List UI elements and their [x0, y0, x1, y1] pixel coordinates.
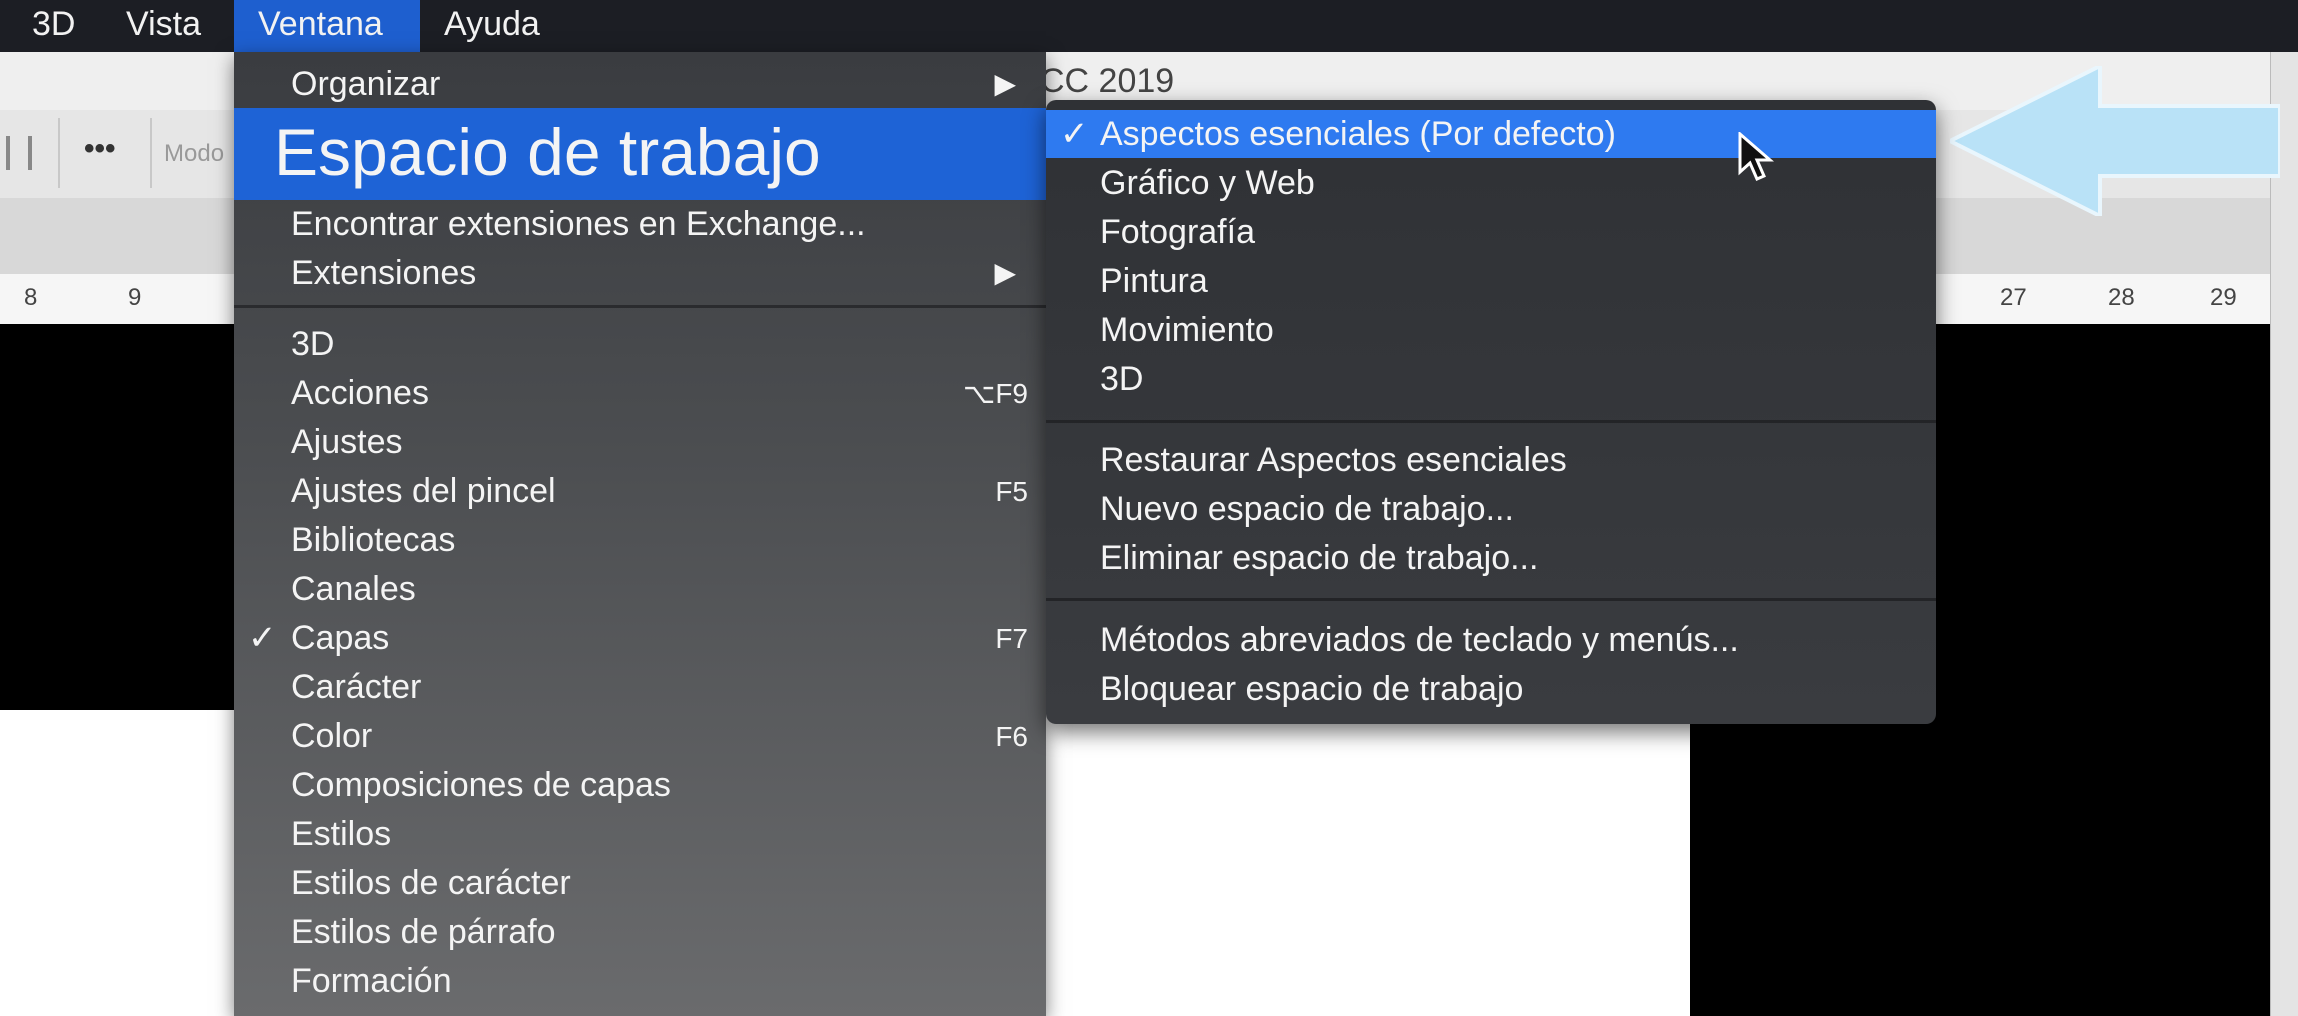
- toolbar-divider: [150, 118, 152, 188]
- menu-item-label: Ajustes: [291, 423, 403, 461]
- mouse-cursor-icon: [1738, 132, 1774, 181]
- ruler-label: 27: [2000, 284, 2027, 311]
- ruler-label: 9: [128, 284, 142, 311]
- checkmark-icon: ✓: [248, 619, 277, 657]
- workspace-item-metodos-abreviados[interactable]: Métodos abreviados de teclado y menús...: [1046, 616, 1936, 664]
- menu-item-label: Composiciones de capas: [291, 766, 671, 804]
- menu-item-extensiones[interactable]: Extensiones ▶: [234, 248, 1046, 298]
- workspace-item-eliminar[interactable]: Eliminar espacio de trabajo...: [1046, 534, 1936, 582]
- menu-item-estilos[interactable]: Estilos: [234, 810, 1046, 859]
- menu-3d-label: 3D: [32, 5, 76, 43]
- align-icon[interactable]: [6, 136, 32, 170]
- menu-vista-label: Vista: [126, 5, 201, 43]
- menu-item-composiciones-de-capas[interactable]: Composiciones de capas: [234, 761, 1046, 810]
- menu-item-label: Carácter: [291, 668, 422, 706]
- workspace-item-aspectos-esenciales[interactable]: ✓ Aspectos esenciales (Por defecto): [1046, 110, 1936, 158]
- canvas-area: [0, 324, 240, 710]
- menu-item-label: Canales: [291, 570, 416, 608]
- submenu-separator: [1046, 598, 1936, 601]
- more-options-icon[interactable]: •••: [84, 132, 116, 166]
- menu-vista[interactable]: Vista: [112, 0, 230, 52]
- menu-item-label: Estilos de carácter: [291, 864, 571, 902]
- workspace-item-bloquear[interactable]: Bloquear espacio de trabajo: [1046, 665, 1936, 713]
- workspace-item-movimiento[interactable]: Movimiento: [1046, 306, 1936, 354]
- submenu-item-label: Movimiento: [1100, 311, 1274, 349]
- menu-3d[interactable]: 3D: [18, 0, 90, 52]
- menu-item-estilos-de-caracter[interactable]: Estilos de carácter: [234, 859, 1046, 908]
- menu-item-label: Formación: [291, 962, 452, 1000]
- menu-item-capas[interactable]: ✓ Capas F7: [234, 614, 1046, 663]
- workspace-item-3d[interactable]: 3D: [1046, 355, 1936, 403]
- menu-ventana-label: Ventana: [258, 5, 383, 43]
- mode-label: Modo: [164, 140, 225, 167]
- ruler-label: 29: [2210, 284, 2237, 311]
- menu-item-label: Espacio de trabajo: [274, 115, 821, 189]
- submenu-item-label: Métodos abreviados de teclado y menús...: [1100, 621, 1739, 659]
- workspace-submenu: ✓ Aspectos esenciales (Por defecto) Gráf…: [1046, 100, 1936, 724]
- menu-item-organizar[interactable]: Organizar ▶: [234, 60, 1046, 108]
- workspace-item-restaurar[interactable]: Restaurar Aspectos esenciales: [1046, 436, 1936, 484]
- submenu-item-label: Bloquear espacio de trabajo: [1100, 670, 1524, 708]
- menu-separator: [234, 305, 1046, 308]
- ventana-dropdown-menu: Organizar ▶ Espacio de trabajo Encontrar…: [234, 52, 1046, 1016]
- workspace-item-grafico-y-web[interactable]: Gráfico y Web: [1046, 159, 1936, 207]
- shortcut-label: ⌥F9: [963, 378, 1028, 409]
- menu-ayuda-label: Ayuda: [444, 5, 540, 43]
- menu-item-ajustes-del-pincel[interactable]: Ajustes del pincel F5: [234, 467, 1046, 516]
- canvas-area: [1040, 730, 1690, 1016]
- menu-item-label: Organizar: [291, 65, 441, 103]
- shortcut-label: F7: [995, 623, 1028, 654]
- menu-item-espacio-de-trabajo[interactable]: Espacio de trabajo: [234, 108, 1046, 200]
- menu-item-formacion[interactable]: Formación: [234, 957, 1046, 1006]
- submenu-item-label: Nuevo espacio de trabajo...: [1100, 490, 1514, 528]
- menu-item-caracter[interactable]: Carácter: [234, 663, 1046, 712]
- menu-item-label: Ajustes del pincel: [291, 472, 556, 510]
- app-title-text: CC 2019: [1040, 62, 1175, 100]
- menu-bar: 3D Vista Ventana Ayuda: [0, 0, 2298, 52]
- workspace-item-nuevo[interactable]: Nuevo espacio de trabajo...: [1046, 485, 1936, 533]
- submenu-item-label: Gráfico y Web: [1100, 164, 1315, 202]
- submenu-item-label: Restaurar Aspectos esenciales: [1100, 441, 1567, 479]
- submenu-item-label: Eliminar espacio de trabajo...: [1100, 539, 1539, 577]
- ruler-label: 28: [2108, 284, 2135, 311]
- menu-item-3d[interactable]: 3D: [234, 320, 1046, 369]
- submenu-item-label: 3D: [1100, 360, 1144, 398]
- canvas-area: [0, 710, 240, 1016]
- menu-ayuda[interactable]: Ayuda: [430, 0, 570, 52]
- menu-item-label: Encontrar extensiones en Exchange...: [291, 205, 866, 243]
- menu-item-canales[interactable]: Canales: [234, 565, 1046, 614]
- shortcut-label: F6: [995, 721, 1028, 752]
- submenu-arrow-icon: ▶: [994, 68, 1016, 99]
- toolbar-divider: [58, 118, 60, 188]
- submenu-separator: [1046, 420, 1936, 423]
- menu-item-bibliotecas[interactable]: Bibliotecas: [234, 516, 1046, 565]
- menu-item-label: Color: [291, 717, 373, 755]
- menu-item-color[interactable]: Color F6: [234, 712, 1046, 761]
- menu-item-label: Capas: [291, 619, 390, 657]
- ruler-label: 8: [24, 284, 38, 311]
- annotation-arrow-icon: [1950, 66, 2280, 216]
- menu-ventana[interactable]: Ventana: [234, 0, 420, 52]
- submenu-item-label: Pintura: [1100, 262, 1208, 300]
- menu-item-estilos-de-parrafo[interactable]: Estilos de párrafo: [234, 908, 1046, 957]
- menu-item-label: Estilos: [291, 815, 392, 853]
- menu-item-label: Extensiones: [291, 254, 477, 292]
- menu-item-acciones[interactable]: Acciones ⌥F9: [234, 369, 1046, 418]
- submenu-arrow-icon: ▶: [994, 257, 1016, 288]
- menu-item-label: Bibliotecas: [291, 521, 456, 559]
- menu-item-label: Estilos de párrafo: [291, 913, 556, 951]
- submenu-item-label: Fotografía: [1100, 213, 1255, 251]
- workspace-item-pintura[interactable]: Pintura: [1046, 257, 1936, 305]
- menu-item-encontrar-extensiones[interactable]: Encontrar extensiones en Exchange...: [234, 200, 1046, 248]
- menu-item-label: 3D: [291, 325, 335, 363]
- menu-item-label: Acciones: [291, 374, 429, 412]
- checkmark-icon: ✓: [1060, 115, 1089, 153]
- submenu-item-label: Aspectos esenciales (Por defecto): [1100, 115, 1616, 153]
- menu-item-ajustes[interactable]: Ajustes: [234, 418, 1046, 467]
- shortcut-label: F5: [995, 476, 1028, 507]
- workspace-item-fotografia[interactable]: Fotografía: [1046, 208, 1936, 256]
